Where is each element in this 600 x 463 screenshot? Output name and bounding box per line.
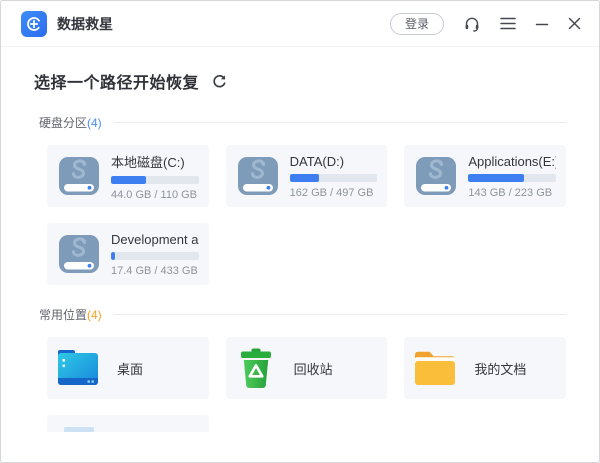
documents-folder-icon [413, 349, 457, 387]
location-card-clipped [47, 415, 209, 432]
section-locations-header: 常用位置(4) [34, 306, 566, 323]
drive-capacity: 143 GB / 223 GB [468, 187, 556, 199]
refresh-icon[interactable] [212, 74, 227, 89]
login-button[interactable]: 登录 [390, 13, 444, 35]
location-grid: 桌面 回收站 [47, 337, 566, 432]
drive-capacity: 17.4 GB / 433 GB [111, 265, 199, 277]
hard-drive-icon [413, 155, 459, 197]
desktop-icon [56, 348, 100, 388]
partition-grid: 本地磁盘(C:) 44.0 GB / 110 GB DATA(D:) [47, 145, 566, 285]
app-logo-icon [21, 11, 47, 37]
capacity-bar [468, 174, 556, 182]
capacity-bar [111, 176, 199, 184]
hard-drive-icon [56, 233, 102, 275]
partition-count: (4) [87, 116, 102, 130]
clipped-icon-fragment [64, 427, 94, 432]
drive-card-c[interactable]: 本地磁盘(C:) 44.0 GB / 110 GB [47, 145, 209, 207]
app-title: 数据救星 [57, 14, 113, 34]
location-count: (4) [87, 308, 102, 322]
minimize-icon[interactable] [535, 17, 549, 31]
drive-card-e[interactable]: Applications(E:) 143 GB / 223 GB [404, 145, 566, 207]
location-label: 回收站 [294, 359, 333, 378]
section-divider [114, 122, 566, 123]
drive-name: DATA(D:) [290, 154, 378, 169]
capacity-bar [290, 174, 378, 182]
location-card-documents[interactable]: 我的文档 [404, 337, 566, 399]
section-divider [114, 314, 566, 315]
app-window: 数据救星 登录 [0, 0, 600, 463]
drive-card-f[interactable]: Development apps(F:) 17.4 GB / 433 GB [47, 223, 209, 285]
drive-card-d[interactable]: DATA(D:) 162 GB / 497 GB [226, 145, 388, 207]
recycle-bin-icon [235, 347, 277, 389]
section-partitions-label: 硬盘分区(4) [39, 114, 102, 131]
location-label: 我的文档 [474, 359, 526, 378]
section-partitions-header: 硬盘分区(4) [34, 114, 566, 131]
hard-drive-icon [56, 155, 102, 197]
page-title: 选择一个路径开始恢复 [34, 69, 199, 93]
location-card-recycle-bin[interactable]: 回收站 [226, 337, 388, 399]
drive-capacity: 44.0 GB / 110 GB [111, 189, 199, 201]
drive-name: Applications(E:) [468, 154, 556, 169]
capacity-bar [111, 252, 199, 260]
drive-capacity: 162 GB / 497 GB [290, 187, 378, 199]
location-card-desktop[interactable]: 桌面 [47, 337, 209, 399]
drive-name: 本地磁盘(C:) [111, 152, 199, 171]
headset-icon[interactable] [463, 15, 481, 33]
close-icon[interactable] [568, 17, 581, 30]
menu-icon[interactable] [500, 17, 516, 30]
section-locations-label: 常用位置(4) [39, 306, 102, 323]
location-label: 桌面 [117, 359, 143, 378]
main-content: 选择一个路径开始恢复 硬盘分区(4) [1, 47, 599, 432]
drive-name: Development apps(F:) [111, 232, 199, 247]
hard-drive-icon [235, 155, 281, 197]
title-bar: 数据救星 登录 [1, 1, 599, 47]
